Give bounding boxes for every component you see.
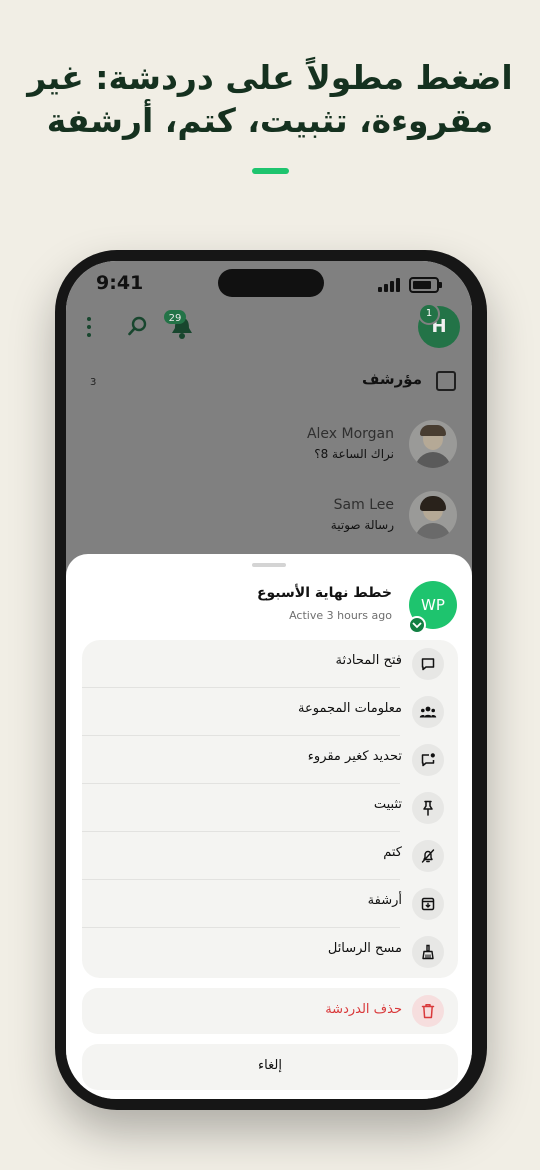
status-time: 9:41: [96, 272, 144, 294]
menu-item-label: أرشفة: [367, 893, 402, 908]
menu-item-label: فتح المحادثة: [335, 653, 402, 668]
menu-item-label: تثبيت: [373, 797, 402, 812]
menu-item-label: معلومات المجموعة: [298, 701, 402, 716]
group-activity: Active 3 hours ago: [289, 609, 392, 622]
broom-icon: [412, 936, 444, 968]
delete-chat-button[interactable]: حذف الدردشة: [82, 988, 458, 1034]
menu-item-pin[interactable]: تثبيت: [82, 784, 458, 832]
group-name: خطط نهاية الأسبوع: [256, 585, 392, 601]
menu-item-mute[interactable]: كتم: [82, 832, 458, 880]
mute-icon: [412, 840, 444, 872]
bell-icon[interactable]: 29: [164, 309, 200, 341]
menu-item-clear-messages[interactable]: مسح الرسائل: [82, 928, 458, 976]
menu-item-archive[interactable]: أرشفة: [82, 880, 458, 928]
delete-chat-label: حذف الدردشة: [325, 1002, 402, 1017]
cancel-button[interactable]: إلغاء: [82, 1044, 458, 1090]
archived-label: مؤرشف: [362, 370, 422, 388]
signal-icon: [378, 278, 402, 292]
avatar: [409, 420, 457, 468]
more-vertical-icon[interactable]: [84, 317, 94, 337]
chat-name: Sam Lee: [333, 497, 394, 513]
accent-bar: [252, 168, 289, 174]
mark-unread-icon: [412, 744, 444, 776]
group-icon: [412, 696, 444, 728]
notification-count: 29: [169, 313, 182, 324]
profile-badge: 1: [418, 303, 440, 325]
sheet-handle[interactable]: [252, 563, 286, 567]
archive-icon: [436, 371, 456, 391]
action-menu: فتح المحادثة معلومات المجموعة تحديد كغير…: [82, 640, 458, 978]
menu-item-label: كتم: [383, 845, 402, 860]
menu-item-group-info[interactable]: معلومات المجموعة: [82, 688, 458, 736]
chat-preview: رسالة صوتية: [330, 518, 394, 532]
cancel-label: إلغاء: [258, 1058, 282, 1073]
headline-line-1: اضغط مطولاً على دردشة: غير: [27, 58, 513, 97]
headline: اضغط مطولاً على دردشة: غير مقروءة، تثبيت…: [0, 56, 540, 142]
chat-preview: نراك الساعة 8؟: [314, 447, 394, 461]
headline-line-2: مقروءة، تثبيت، كتم، أرشفة: [46, 101, 494, 140]
trash-icon: [412, 995, 444, 1027]
chat-bubble-icon: [412, 648, 444, 680]
chat-row[interactable]: Alex Morgan نراك الساعة 8؟: [66, 420, 472, 480]
search-icon[interactable]: [127, 315, 149, 337]
pin-icon: [412, 792, 444, 824]
battery-icon: [409, 277, 442, 293]
avatar: [409, 491, 457, 539]
archive-icon: [412, 888, 444, 920]
archived-count: 3: [90, 377, 97, 388]
dynamic-island: [218, 269, 324, 297]
menu-item-label: مسح الرسائل: [327, 941, 402, 956]
chat-row[interactable]: Sam Lee رسالة صوتية: [66, 491, 472, 551]
phone-screen: 9:41 29 H 1 مؤرشف 3 Alex Morgan نراك الس…: [66, 261, 472, 1099]
menu-item-label: تحديد كغير مقروء: [307, 749, 402, 764]
archived-row[interactable]: مؤرشف 3: [66, 363, 472, 397]
chat-name: Alex Morgan: [306, 426, 394, 442]
chat-actions-sheet: WP خطط نهاية الأسبوع Active 3 hours ago …: [66, 554, 472, 1099]
menu-item-mark-unread[interactable]: تحديد كغير مقروء: [82, 736, 458, 784]
check-icon: [408, 616, 426, 634]
menu-item-open-chat[interactable]: فتح المحادثة: [82, 640, 458, 688]
